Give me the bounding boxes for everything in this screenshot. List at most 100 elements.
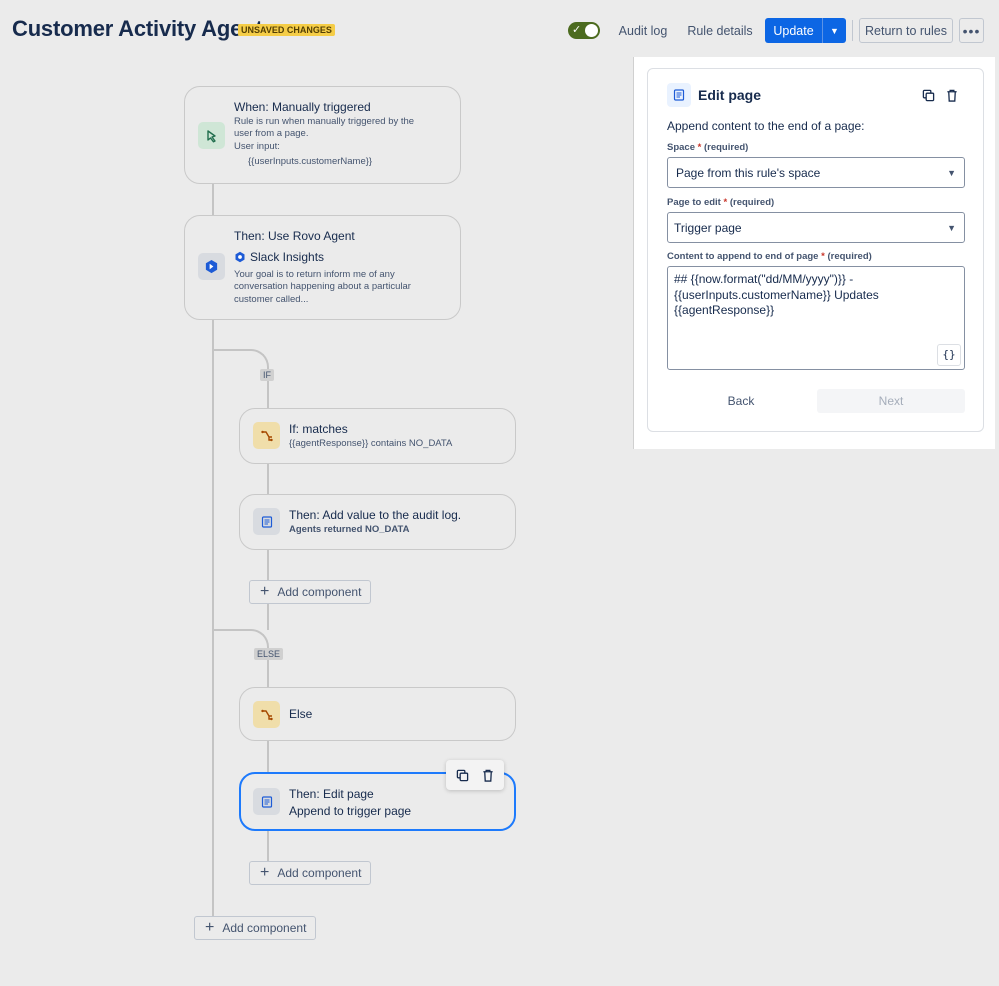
content-label-text: Content to append to end of page	[667, 251, 819, 262]
duplicate-icon[interactable]	[918, 85, 938, 105]
plus-icon: +	[260, 583, 270, 600]
page-label-text: Page to edit	[667, 197, 721, 208]
flow-line	[212, 183, 214, 216]
if-condition-card[interactable]: If: matches {{agentResponse}} contains N…	[239, 408, 516, 464]
page-icon	[673, 89, 685, 101]
condition-icon-box	[253, 701, 280, 728]
audit-log-button[interactable]: Audit log	[612, 18, 674, 43]
trigger-desc-line: User input:	[234, 140, 280, 152]
slack-insights-icon	[235, 251, 245, 263]
chevron-down-icon[interactable]: ▼	[822, 18, 846, 43]
trigger-title: When: Manually triggered	[234, 100, 371, 114]
rovo-agent-card[interactable]: Then: Use Rovo Agent Slack Insights Your…	[184, 215, 461, 320]
else-card[interactable]: Else	[239, 687, 516, 741]
if-tag: IF	[260, 369, 274, 381]
panel-description: Append content to the end of a page:	[667, 119, 865, 133]
flow-line	[267, 548, 269, 581]
page-icon	[261, 515, 272, 528]
required-text: (required)	[827, 251, 872, 262]
rovo-desc-line: conversation happening about a particula…	[234, 281, 411, 293]
required-text: (required)	[703, 142, 749, 153]
space-label-text: Space	[667, 142, 695, 153]
content-line: ## {{now.format("dd/MM/yyyy")}} -	[674, 272, 854, 286]
unsaved-changes-badge: UNSAVED CHANGES	[238, 24, 335, 36]
required-text: (required)	[729, 197, 775, 208]
rule-enabled-toggle[interactable]: ✓	[568, 22, 600, 39]
rovo-icon-box	[198, 253, 225, 280]
page-icon	[261, 795, 272, 808]
trigger-desc-line: user from a page.	[234, 128, 309, 140]
flow-line	[212, 319, 214, 917]
page-to-edit-label: Page to edit * (required)	[667, 197, 774, 208]
audit-log-card[interactable]: Then: Add value to the audit log. Agents…	[239, 494, 516, 550]
chevron-down-icon: ▼	[947, 167, 956, 178]
content-label: Content to append to end of page * (requ…	[667, 251, 872, 262]
more-options-button[interactable]: •••	[959, 18, 984, 43]
panel-title: Edit page	[698, 87, 762, 103]
if-desc: {{agentResponse}} contains NO_DATA	[289, 438, 453, 449]
trash-icon[interactable]	[942, 85, 962, 105]
smart-values-button[interactable]: {}	[937, 344, 961, 366]
update-button[interactable]: Update	[765, 18, 822, 43]
space-select[interactable]: Page from this rule's space ▼	[667, 157, 965, 188]
return-to-rules-button[interactable]: Return to rules	[859, 18, 953, 43]
else-title: Else	[289, 707, 313, 721]
condition-icon-box	[253, 422, 280, 449]
action-icon-box	[253, 508, 280, 535]
content-line: {{userInputs.customerName}} Updates	[674, 287, 879, 302]
add-component-label: Add component	[277, 585, 362, 599]
plus-icon: +	[260, 864, 270, 881]
add-component-label: Add component	[222, 921, 307, 935]
branch-icon	[260, 709, 273, 720]
next-button[interactable]: Next	[817, 389, 965, 413]
required-asterisk: *	[821, 251, 825, 262]
flow-line	[267, 740, 269, 773]
flow-line	[267, 604, 269, 630]
agent-name: Slack Insights	[250, 250, 325, 264]
rovo-desc: Your goal is to return inform me of any …	[234, 269, 411, 306]
flow-line	[267, 463, 269, 495]
check-icon: ✓	[572, 24, 582, 36]
rovo-desc-line: customer called...	[234, 293, 309, 305]
audit-desc: Agents returned NO_DATA	[289, 524, 410, 535]
rovo-agent-icon	[205, 259, 218, 274]
action-icon-box	[253, 788, 280, 815]
add-component-button[interactable]: + Add component	[249, 580, 372, 604]
edit-page-title: Then: Edit page	[289, 787, 374, 801]
toggle-knob	[585, 24, 598, 37]
rule-details-button[interactable]: Rule details	[682, 18, 758, 43]
trigger-icon-box	[198, 122, 225, 149]
edit-page-panel: Edit page Append content to the end of a…	[647, 68, 984, 432]
card-toolbar	[446, 760, 504, 790]
add-component-label: Add component	[277, 866, 362, 880]
trigger-user-input: {{userInputs.customerName}}	[248, 155, 373, 167]
agent-row: Slack Insights	[234, 250, 324, 264]
trigger-desc: Rule is run when manually triggered by t…	[234, 116, 414, 168]
required-asterisk: *	[697, 142, 702, 153]
add-component-button[interactable]: + Add component	[194, 916, 317, 940]
page-icon-box	[667, 83, 691, 107]
back-button[interactable]: Back	[667, 389, 815, 413]
required-asterisk: *	[723, 197, 728, 208]
trigger-card[interactable]: When: Manually triggered Rule is run whe…	[184, 86, 461, 184]
content-line: {{agentResponse}}	[674, 303, 775, 317]
page-title: Customer Activity Agent	[12, 16, 263, 41]
rovo-desc-line: Your goal is to return inform me of any	[234, 269, 395, 280]
trash-icon[interactable]	[478, 765, 498, 785]
space-select-value: Page from this rule's space	[676, 165, 821, 180]
duplicate-icon[interactable]	[453, 765, 473, 785]
if-title: If: matches	[289, 422, 348, 436]
plus-icon: +	[205, 919, 215, 936]
page-to-edit-select[interactable]: Trigger page ▼	[667, 212, 965, 243]
trigger-desc-line: Rule is run when manually triggered by t…	[234, 116, 415, 127]
chevron-down-icon: ▼	[947, 222, 956, 233]
page-select-value: Trigger page	[674, 220, 742, 235]
edit-page-desc: Append to trigger page	[289, 804, 412, 818]
flow-line	[267, 378, 269, 409]
add-component-button[interactable]: + Add component	[249, 861, 372, 885]
space-label: Space * (required)	[667, 142, 748, 153]
content-textarea[interactable]: ## {{now.format("dd/MM/yyyy")}} - {{user…	[667, 266, 965, 370]
rovo-title: Then: Use Rovo Agent	[234, 229, 355, 243]
flow-line	[267, 830, 269, 862]
branch-icon	[260, 430, 273, 441]
